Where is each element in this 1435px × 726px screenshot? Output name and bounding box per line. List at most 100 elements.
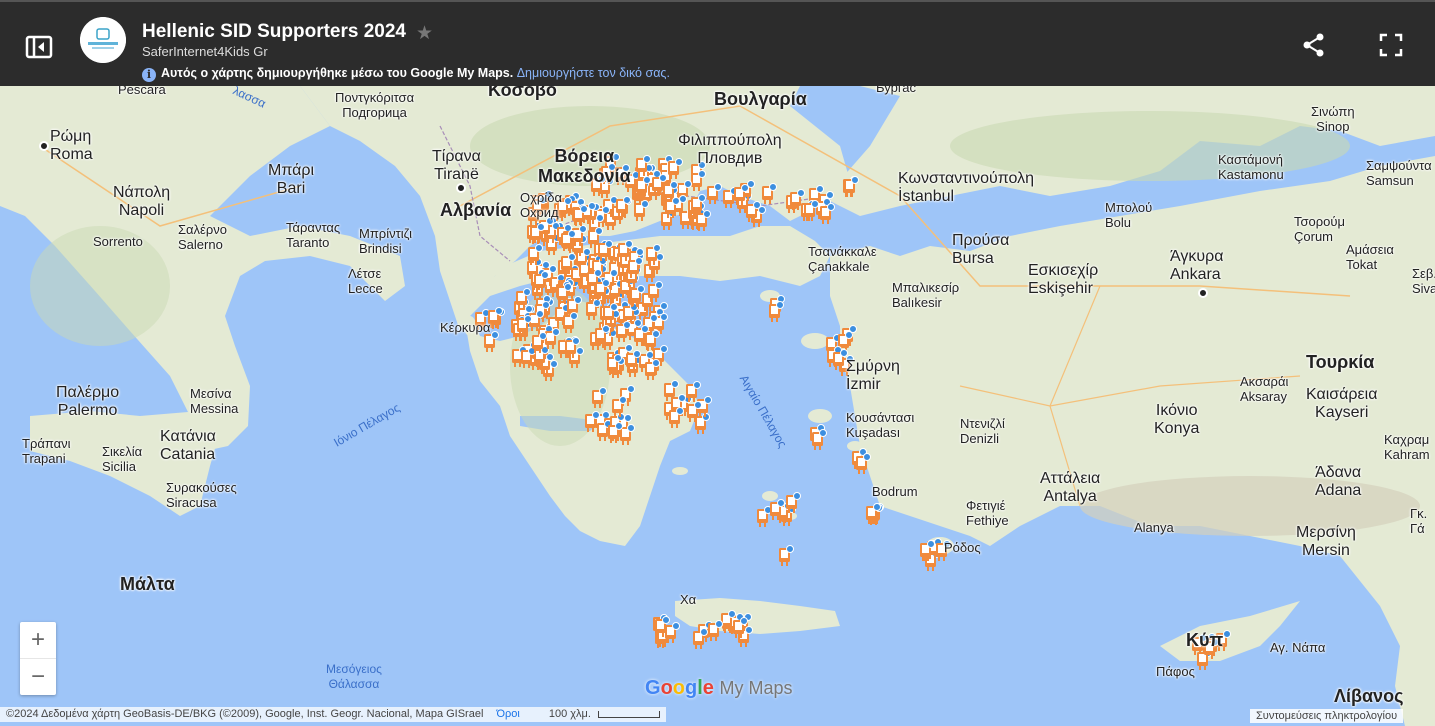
robot-marker-icon[interactable] xyxy=(611,396,628,418)
country-label-lebanon: Λίβανος xyxy=(1334,686,1404,706)
robot-marker-icon[interactable] xyxy=(819,202,835,225)
capital-dot-rome xyxy=(39,141,49,151)
robot-marker-icon[interactable] xyxy=(635,176,651,198)
notice-text: Αυτός ο χάρτης δημιουργήθηκε μέσω του Go… xyxy=(161,66,514,80)
robot-marker-icon[interactable] xyxy=(585,298,601,321)
robot-marker-icon[interactable] xyxy=(544,328,561,350)
robot-marker-icon[interactable] xyxy=(769,498,786,521)
robot-marker-icon[interactable] xyxy=(615,320,632,343)
robot-marker-icon[interactable] xyxy=(706,182,722,205)
robot-marker-icon[interactable] xyxy=(663,380,679,402)
city-label-paphos: Πάφος xyxy=(1156,664,1195,679)
robot-marker-icon[interactable] xyxy=(803,200,820,222)
capital-dot-ankara xyxy=(1198,288,1208,298)
robot-marker-icon[interactable] xyxy=(531,331,547,354)
city-label-bursa: Προύσα Bursa xyxy=(952,232,1010,267)
map-footer: ©2024 Δεδομένα χάρτη GeoBasis-DE/BKG (©2… xyxy=(0,707,667,722)
country-label-turkey: Τουρκία xyxy=(1306,352,1375,372)
robot-marker-icon[interactable] xyxy=(533,270,550,293)
robot-marker-icon[interactable] xyxy=(785,492,801,514)
robot-marker-icon[interactable] xyxy=(629,284,646,307)
map-attribution: ©2024 Δεδομένα χάρτη GeoBasis-DE/BKG (©2… xyxy=(6,708,484,720)
robot-marker-icon[interactable] xyxy=(606,353,622,376)
robot-marker-icon[interactable] xyxy=(527,244,544,266)
robot-marker-icon[interactable] xyxy=(627,257,643,279)
keyboard-shortcuts-link[interactable]: Συντομεύσεις πληκτρολογίου xyxy=(1250,709,1404,723)
map-canvas[interactable]: Pescara Κόσοβο Ποντγκόριτσα Подгорица Βο… xyxy=(0,86,1435,726)
country-label-n-macedonia: Βόρεια Μακεδονία xyxy=(538,146,631,186)
country-label-albania: Αλβανία xyxy=(440,200,512,220)
zoom-in-button[interactable]: + xyxy=(20,622,56,659)
robot-marker-icon[interactable] xyxy=(594,325,611,347)
city-label-kahramanmaras: Καχραμ Kahram xyxy=(1384,432,1430,462)
city-label-sorrento: Sorrento xyxy=(93,234,143,249)
robot-marker-icon[interactable] xyxy=(584,410,600,433)
robot-marker-icon[interactable] xyxy=(654,616,671,638)
robot-marker-icon[interactable] xyxy=(692,628,708,650)
create-your-own-link[interactable]: Δημιουργήστε τον δικό σας. xyxy=(517,66,670,80)
share-icon[interactable] xyxy=(1300,30,1328,60)
robot-marker-icon[interactable] xyxy=(529,223,545,245)
city-label-messina: Μεσίνα Messina xyxy=(190,386,239,416)
country-label-kosovo: Κόσοβο xyxy=(488,86,557,100)
google-my-maps-logo: Google My Maps xyxy=(645,677,793,699)
city-label-burgas: Бургас xyxy=(876,86,917,95)
robot-marker-icon[interactable] xyxy=(768,301,785,323)
city-label-lecce: Λέτσε Lecce xyxy=(348,266,383,296)
city-label-ayia-napa: Αγ. Νάπα xyxy=(1270,640,1326,655)
robot-marker-icon[interactable] xyxy=(635,155,651,177)
city-label-konya: Ικόνιο Konya xyxy=(1154,402,1200,437)
robot-marker-icon[interactable] xyxy=(647,281,664,303)
robot-marker-icon[interactable] xyxy=(664,196,680,219)
robot-marker-icon[interactable] xyxy=(811,429,827,451)
robot-marker-icon[interactable] xyxy=(562,312,578,334)
fullscreen-icon[interactable] xyxy=(1377,31,1405,59)
robot-marker-icon[interactable] xyxy=(865,502,881,525)
robot-marker-icon[interactable] xyxy=(644,359,660,381)
robot-marker-icon[interactable] xyxy=(594,279,610,301)
robot-marker-icon[interactable] xyxy=(855,452,871,475)
capital-dot-tirana xyxy=(456,183,466,193)
robot-marker-icon[interactable] xyxy=(778,545,794,567)
robot-marker-icon[interactable] xyxy=(686,401,702,423)
city-label-canakkale: Τσανάκκαλε Çanakkale xyxy=(808,244,877,274)
robot-marker-icon[interactable] xyxy=(560,230,577,252)
robot-marker-icon[interactable] xyxy=(690,169,707,192)
robot-marker-icon[interactable] xyxy=(615,196,631,218)
robot-marker-icon[interactable] xyxy=(607,421,623,444)
star-icon[interactable]: ★ xyxy=(416,22,433,45)
city-label-salerno: Σαλέρνο Salerno xyxy=(178,222,227,252)
map-author: SaferInternet4Kids Gr xyxy=(142,44,268,59)
zoom-controls: + − xyxy=(20,622,56,695)
region-label-sicilia: Σικελία Sicilia xyxy=(102,444,143,474)
robot-marker-icon[interactable] xyxy=(732,617,748,639)
scale-bar xyxy=(598,710,661,718)
robot-marker-icon[interactable] xyxy=(690,194,707,216)
robot-marker-icon[interactable] xyxy=(668,406,684,429)
robot-marker-icon[interactable] xyxy=(633,200,650,222)
robot-marker-icon[interactable] xyxy=(625,349,641,372)
city-label-podgorica: Ποντγκόριτσα Подгорица xyxy=(335,90,415,120)
robot-marker-icon[interactable] xyxy=(591,387,607,409)
city-label-gaziantep: Γκ. Γά xyxy=(1410,506,1428,536)
robot-marker-icon[interactable] xyxy=(919,539,936,562)
robot-marker-icon[interactable] xyxy=(564,337,581,359)
robot-marker-icon[interactable] xyxy=(597,240,613,262)
robot-marker-icon[interactable] xyxy=(745,200,761,223)
robot-marker-icon[interactable] xyxy=(843,176,859,198)
robot-marker-icon[interactable] xyxy=(645,243,661,266)
city-label-plovdiv: Φιλιππούπολη Пловдив xyxy=(678,132,782,167)
terms-link[interactable]: Όροι xyxy=(496,708,519,720)
robot-marker-icon[interactable] xyxy=(572,205,589,227)
robot-marker-icon[interactable] xyxy=(789,188,806,211)
city-label-taranto: Τάραντας Taranto xyxy=(286,220,341,250)
city-label-kusadasi: Κουσάντασι Kuşadası xyxy=(846,410,915,440)
sidebar-toggle-icon[interactable] xyxy=(22,32,56,62)
city-label-kerkyra: Κέρκυρα xyxy=(440,320,491,335)
robot-marker-icon[interactable] xyxy=(633,324,649,347)
robot-marker-icon[interactable] xyxy=(707,620,723,642)
robot-marker-icon[interactable] xyxy=(516,315,532,337)
city-label-aksaray: Ακσαράι Aksaray xyxy=(1240,374,1289,404)
zoom-out-button[interactable]: − xyxy=(20,659,56,695)
robot-marker-icon[interactable] xyxy=(761,182,777,205)
